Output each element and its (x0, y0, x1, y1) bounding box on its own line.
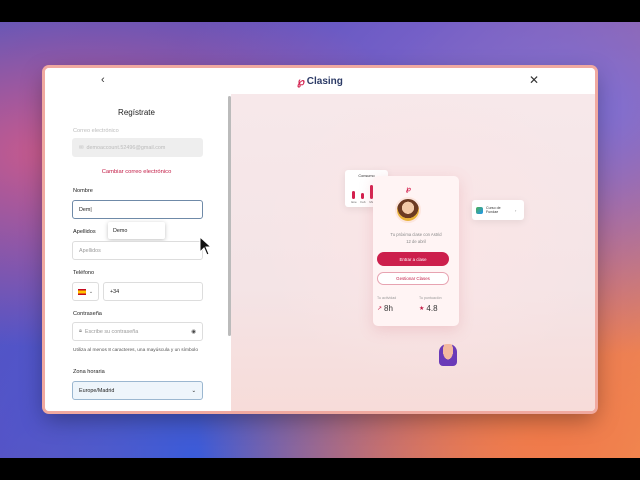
promo-preview: Consumo EneFebMarAbr ℘ Tu próxima clase … (231, 94, 595, 411)
email-field: ✉ demoaccount.52496@gmail.com (72, 138, 203, 157)
phone-mockup: ℘ Tu próxima clase con Astrid 12 de abri… (373, 176, 459, 326)
course-icon (476, 206, 483, 214)
mail-icon: ✉ (79, 144, 84, 151)
timezone-select[interactable]: Europe/Madrid ⌄ (72, 381, 203, 400)
timezone-label: Zona horaria (73, 369, 105, 375)
back-button[interactable]: ‹ (101, 74, 105, 86)
activity-value: 8h (384, 304, 393, 313)
consumption-bar (361, 193, 364, 199)
window-topbar: ‹ ℘ Clasing ✕ (45, 68, 595, 94)
password-input[interactable]: 🔒︎ Escribe su contraseña ◉ (72, 322, 203, 341)
country-select[interactable]: ⌄ (72, 282, 99, 301)
app-window: ‹ ℘ Clasing ✕ Regístrate Correo electrón… (45, 68, 595, 411)
brand-name: Clasing (306, 75, 343, 87)
spain-flag-icon (77, 288, 86, 295)
rating-value: 4.8 (426, 304, 438, 313)
mouse-cursor-icon (199, 236, 213, 256)
rating-label: Tu puntuación (419, 296, 442, 300)
course-card: Curso de Fundae › (472, 200, 524, 220)
clasing-logo-icon: ℘ (297, 75, 305, 88)
surname-input[interactable]: Apellidos (72, 241, 203, 260)
trend-up-icon: ↗ (377, 306, 383, 312)
next-class-text: Tu próxima clase con Astrid (390, 232, 442, 237)
chevron-right-icon: › (515, 207, 517, 213)
activity-stat: ↗ 8h (377, 304, 393, 313)
chevron-down-icon: ⌄ (191, 387, 196, 394)
close-button[interactable]: ✕ (529, 73, 539, 87)
name-label: Nombre (73, 188, 93, 194)
timezone-value: Europe/Madrid (79, 387, 115, 394)
lock-icon: 🔒︎ (79, 328, 82, 334)
enter-class-button: Entrar a clase (377, 252, 449, 266)
surname-label: Apellidos (73, 229, 96, 235)
teacher-avatar (395, 197, 421, 223)
password-label: Contraseña (73, 311, 102, 317)
consumption-bar (352, 191, 355, 199)
next-class-date: 12 de abril (406, 239, 426, 244)
phone-input[interactable]: +34 (103, 282, 203, 301)
eye-icon[interactable]: ◉ (191, 329, 196, 335)
email-label: Correo electrónico (73, 128, 119, 134)
password-placeholder: Escribe su contraseña (84, 328, 139, 335)
activity-label: Tu actividad (377, 296, 397, 300)
course-card-text: Curso de Fundae (486, 205, 501, 215)
email-value: demoaccount.52496@gmail.com (86, 144, 166, 151)
app-logo: ℘ Clasing (297, 75, 343, 88)
rating-stat: ★ 4.8 (419, 304, 438, 313)
chevron-down-icon: ⌄ (88, 288, 94, 295)
password-helper: Utiliza al menos 8 caracteres, una mayús… (73, 348, 199, 353)
phone-label: Teléfono (73, 270, 95, 276)
manage-classes-button: Gestionar Clases (377, 272, 449, 285)
clasing-logo-icon: ℘ (406, 186, 411, 193)
star-icon: ★ (419, 306, 425, 312)
form-title: Regístrate (118, 108, 155, 117)
raised-hand-illustration (439, 344, 457, 366)
name-input[interactable]: Dem| (72, 200, 203, 219)
change-email-link[interactable]: Cambiar correo electrónico (45, 169, 228, 175)
autocomplete-suggestion[interactable]: Demo (108, 222, 165, 239)
